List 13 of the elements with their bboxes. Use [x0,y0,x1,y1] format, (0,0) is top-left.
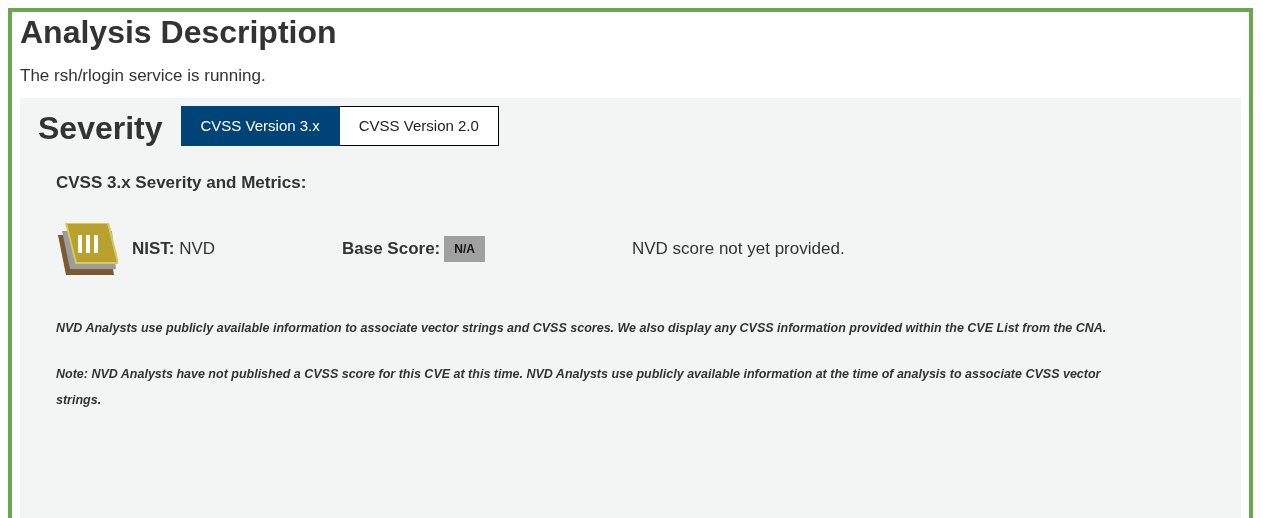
note-paragraph: NVD Analysts use publicly available information to associate vector strings and CVSS scores. We also display any CVSS information provided within the CVE List from the CNA. [56,320,1108,337]
score-label: Base Score: [342,239,441,259]
source-label: NIST: NVD [132,239,217,259]
score-message: NVD score not yet provided. [632,239,845,259]
version-tab[interactable]: CVSS Version 2.0 [339,105,499,146]
badge-icon [56,223,118,275]
version-tab[interactable]: CVSS Version 3.x [180,105,340,146]
description-text: The rsh/rlogin service is running. [20,66,267,86]
severity-heading: Severity [38,109,163,147]
score-badge: N/A [444,236,485,262]
section-heading: Analysis Description [20,13,338,52]
note-paragraph: Note: NVD Analysts have not published a CVSS score for this CVE at this time. NVD Analysts use publicly available information at the time of analysis to associate CVSS vector strings. [56,366,1102,409]
metrics-heading: CVSS 3.x Severity and Metrics: [56,173,308,193]
